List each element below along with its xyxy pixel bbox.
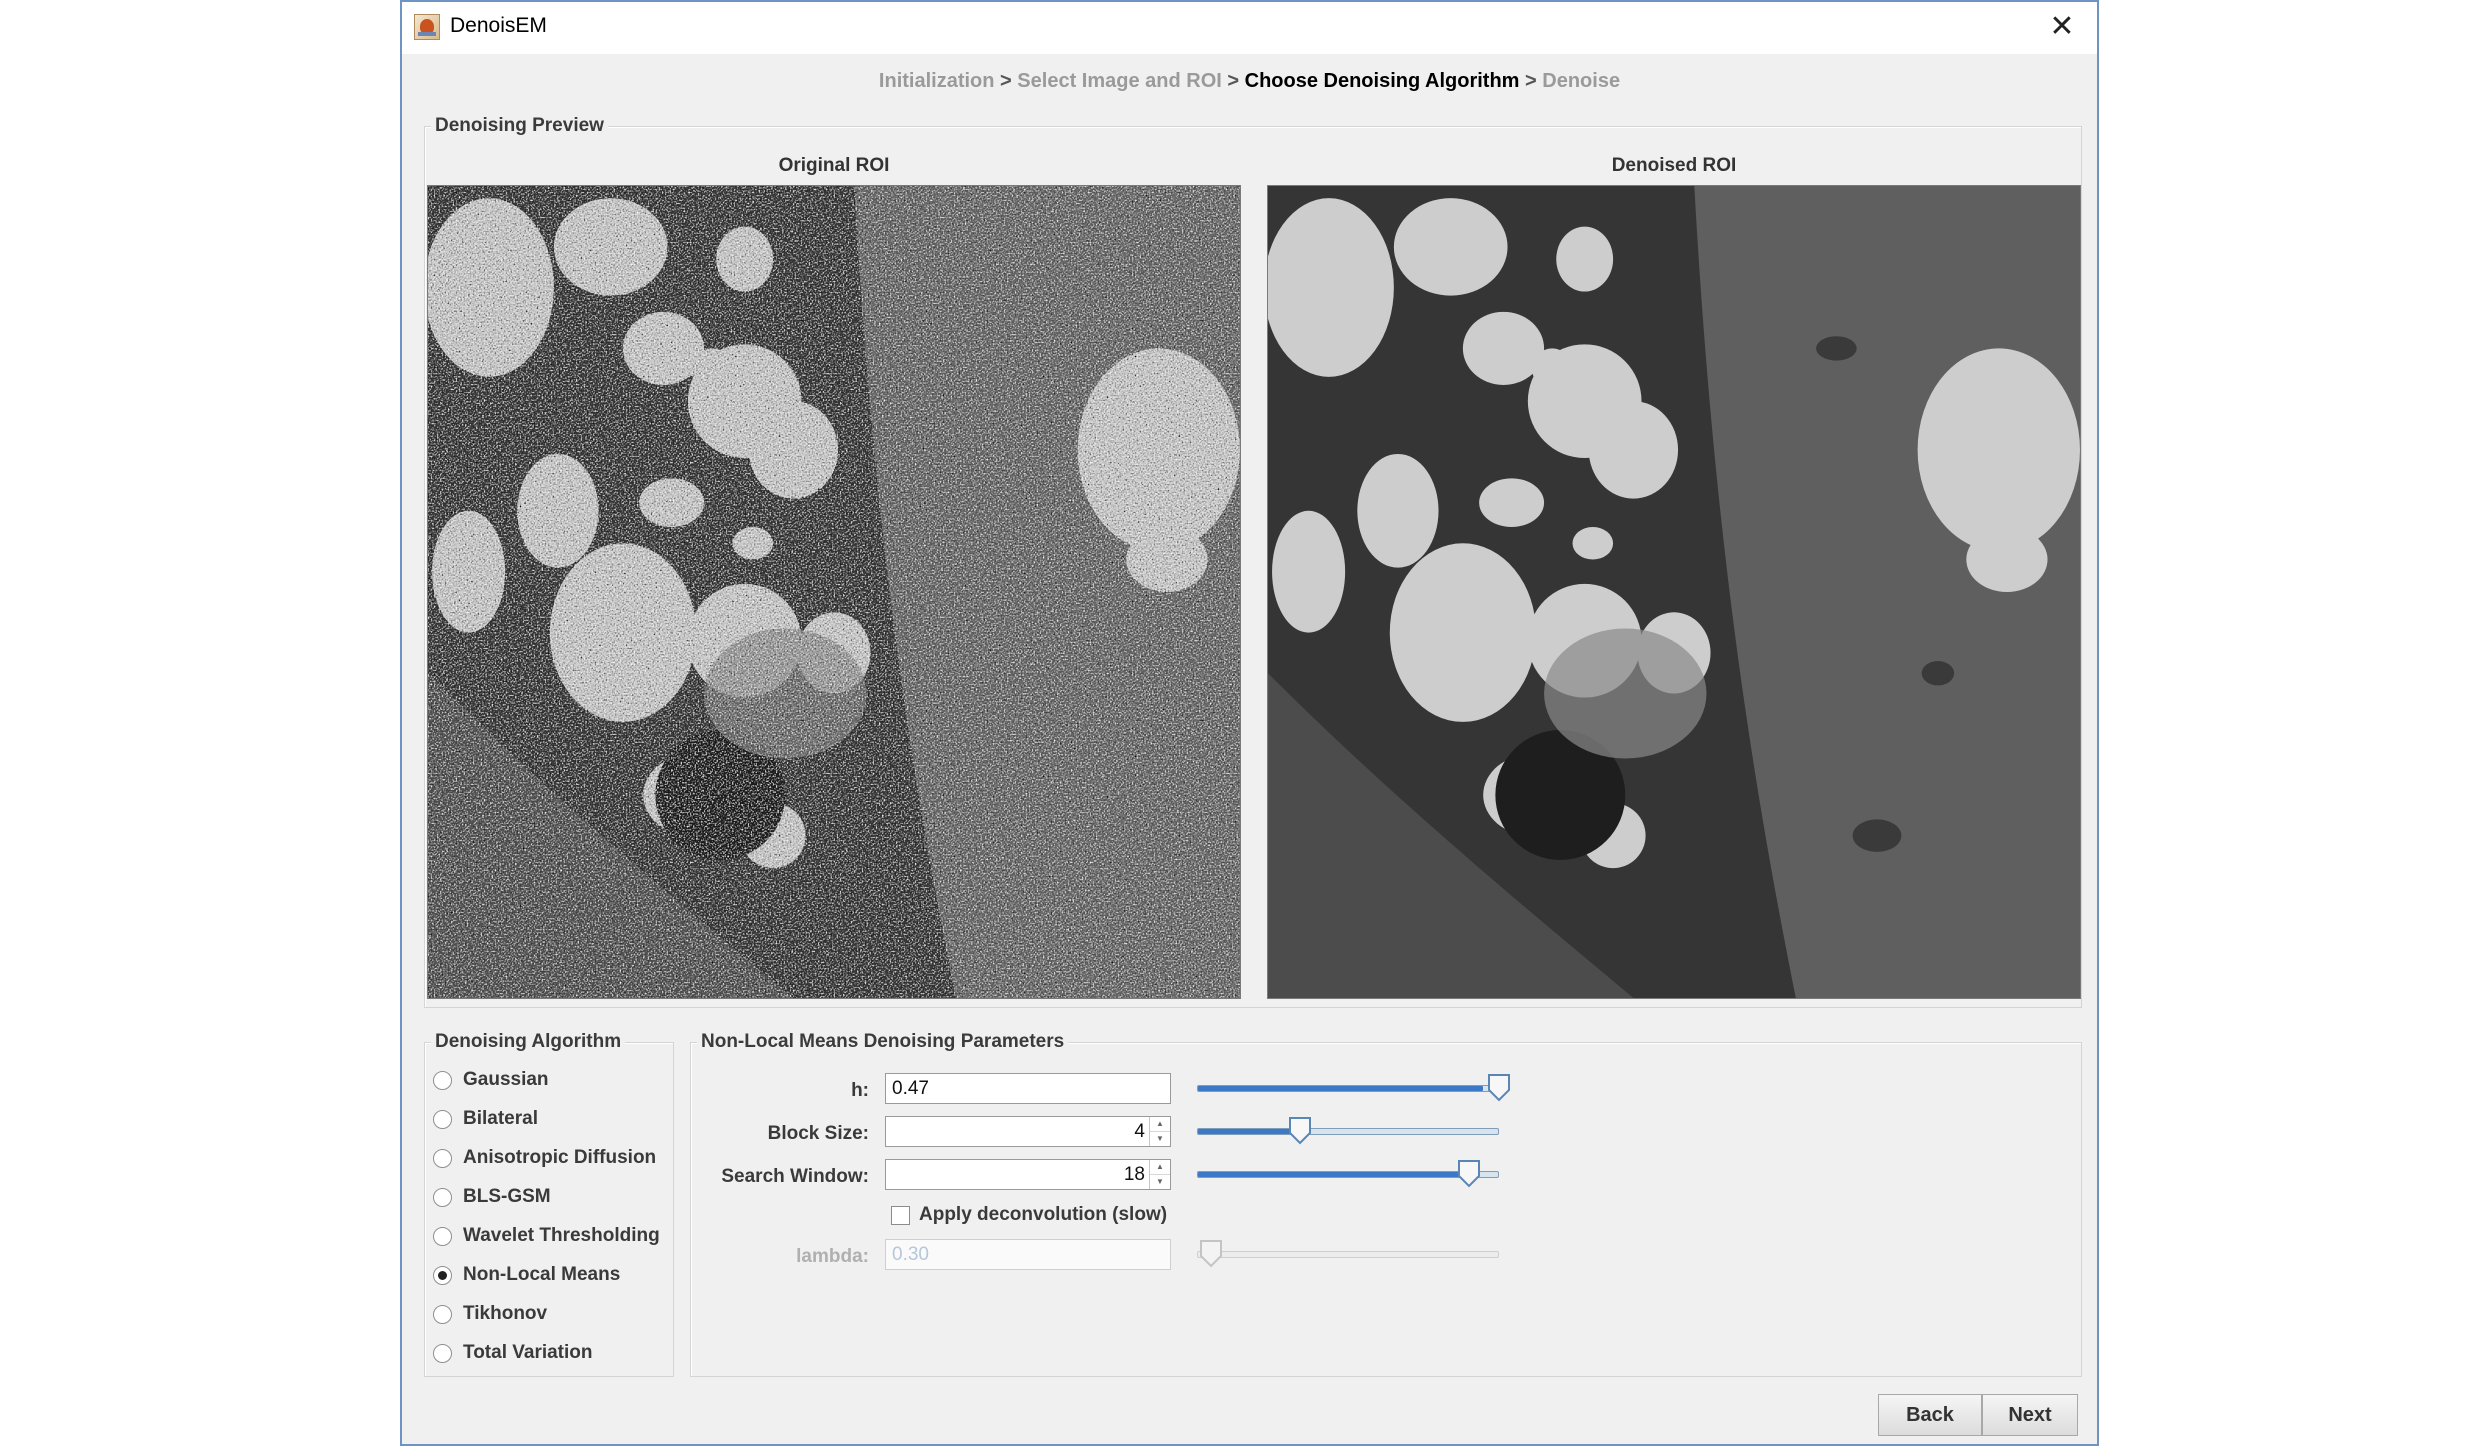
denoised-roi-image (1267, 185, 2081, 999)
denoising-algorithm-panel: Denoising Algorithm Gaussian Bilateral A… (424, 1031, 674, 1377)
radio-total-variation[interactable]: Total Variation (433, 1338, 593, 1368)
h-slider-thumb[interactable] (1487, 1074, 1511, 1102)
original-roi-image (427, 185, 1241, 999)
deconvolution-label[interactable]: Apply deconvolution (slow) (919, 1204, 1167, 1226)
radio-button-icon[interactable] (433, 1343, 452, 1363)
radio-label: Tikhonov (463, 1303, 548, 1324)
radio-button-icon[interactable] (433, 1304, 452, 1324)
radio-label: Wavelet Thresholding (463, 1225, 660, 1246)
back-button[interactable]: Back (1878, 1394, 1982, 1436)
nlm-parameters-panel: Non-Local Means Denoising Parameters h: … (690, 1031, 2082, 1377)
radio-label: Total Variation (463, 1342, 593, 1363)
radio-anisotropic-diffusion[interactable]: Anisotropic Diffusion (433, 1143, 656, 1173)
radio-button-icon[interactable] (433, 1187, 452, 1207)
spinner-up-icon[interactable]: ▲ (1150, 1160, 1170, 1175)
denoising-preview-panel: Denoising Preview Original ROI Denoised … (424, 115, 2082, 1008)
search-window-slider-track[interactable] (1197, 1171, 1499, 1178)
lambda-slider-track (1197, 1251, 1499, 1258)
parameters-panel-title: Non-Local Means Denoising Parameters (697, 1031, 1069, 1053)
search-window-label: Search Window: (721, 1166, 869, 1187)
java-app-icon (414, 14, 440, 40)
radio-label: Bilateral (463, 1108, 538, 1129)
block-size-value[interactable]: 4 (892, 1121, 1149, 1143)
radio-label: BLS-GSM (463, 1186, 551, 1207)
wizard-breadcrumb: Initialization > Select Image and ROI > … (402, 70, 2097, 93)
radio-button-icon[interactable] (433, 1070, 452, 1090)
block-size-slider-thumb[interactable] (1288, 1117, 1312, 1145)
radio-tikhonov[interactable]: Tikhonov (433, 1299, 547, 1329)
h-slider-fill (1198, 1086, 1483, 1091)
step-choose-algorithm: Choose Denoising Algorithm (1244, 70, 1520, 92)
algorithm-panel-title: Denoising Algorithm (431, 1031, 626, 1053)
breadcrumb-separator: > (1227, 70, 1240, 92)
block-size-slider-fill (1198, 1129, 1300, 1134)
radio-button-icon[interactable] (433, 1226, 452, 1246)
app-window: DenoisEM ✕ Initialization > Select Image… (400, 0, 2099, 1446)
window-title: DenoisEM (450, 14, 547, 37)
radio-label: Non-Local Means (463, 1264, 621, 1285)
breadcrumb-separator: > (1000, 70, 1012, 92)
radio-bilateral[interactable]: Bilateral (433, 1104, 538, 1134)
step-initialization: Initialization (878, 70, 995, 92)
close-icon[interactable]: ✕ (2042, 8, 2082, 46)
h-slider-track[interactable] (1197, 1085, 1499, 1092)
preview-panel-title: Denoising Preview (431, 115, 608, 137)
radio-label: Anisotropic Diffusion (463, 1147, 657, 1168)
radio-non-local-means[interactable]: Non-Local Means (433, 1260, 620, 1290)
deconvolution-checkbox[interactable] (891, 1206, 910, 1225)
radio-bls-gsm[interactable]: BLS-GSM (433, 1182, 551, 1212)
search-window-slider-fill (1198, 1172, 1468, 1177)
next-button[interactable]: Next (1982, 1394, 2078, 1436)
original-roi-title: Original ROI (778, 155, 890, 176)
spinner-up-icon[interactable]: ▲ (1150, 1117, 1170, 1132)
lambda-label: lambda: (796, 1246, 869, 1267)
search-window-value[interactable]: 18 (892, 1164, 1149, 1186)
lambda-field: 0.30 (885, 1239, 1171, 1270)
step-select-image: Select Image and ROI (1017, 70, 1222, 92)
denoised-roi-title: Denoised ROI (1611, 155, 1737, 176)
spinner-buttons[interactable]: ▲ ▼ (1149, 1160, 1170, 1189)
spinner-down-icon[interactable]: ▼ (1150, 1175, 1170, 1189)
h-label: h: (851, 1080, 869, 1101)
title-bar: DenoisEM ✕ (402, 2, 2097, 54)
lambda-slider-thumb (1199, 1240, 1223, 1268)
step-denoise: Denoise (1542, 70, 1621, 92)
block-size-spinner[interactable]: 4 ▲ ▼ (885, 1116, 1171, 1147)
block-size-label: Block Size: (767, 1123, 869, 1144)
radio-button-selected-icon[interactable] (433, 1265, 452, 1285)
block-size-slider-track[interactable] (1197, 1128, 1499, 1135)
radio-button-icon[interactable] (433, 1148, 452, 1168)
radio-gaussian[interactable]: Gaussian (433, 1065, 549, 1095)
breadcrumb-separator: > (1525, 70, 1537, 92)
search-window-spinner[interactable]: 18 ▲ ▼ (885, 1159, 1171, 1190)
spinner-buttons[interactable]: ▲ ▼ (1149, 1117, 1170, 1146)
spinner-down-icon[interactable]: ▼ (1150, 1132, 1170, 1146)
radio-wavelet-thresholding[interactable]: Wavelet Thresholding (433, 1221, 660, 1251)
search-window-slider-thumb[interactable] (1457, 1160, 1481, 1188)
radio-button-icon[interactable] (433, 1109, 452, 1129)
radio-label: Gaussian (463, 1069, 549, 1090)
h-field[interactable]: 0.47 (885, 1073, 1171, 1104)
